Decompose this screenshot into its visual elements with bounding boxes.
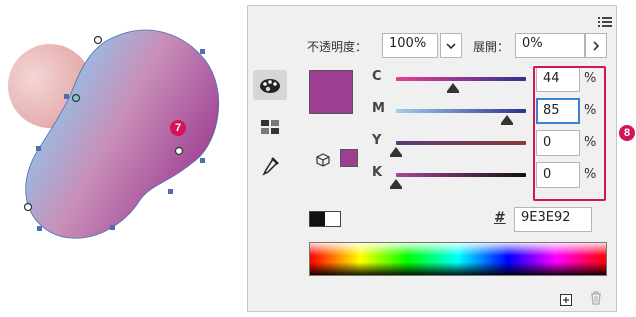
artwork-canvas	[8, 29, 219, 239]
add-swatch-icon[interactable]	[560, 291, 572, 310]
spread-label: 展開：	[473, 40, 510, 54]
swatches-tool-icon[interactable]	[253, 112, 287, 142]
slider-knob-m[interactable]	[500, 115, 513, 125]
color-palette-tool-icon[interactable]	[253, 70, 287, 100]
cmyk-values-highlight	[533, 66, 606, 201]
chevron-down-icon[interactable]	[440, 33, 462, 58]
out-of-gamut-swatch[interactable]	[340, 149, 358, 167]
opacity-label: 不透明度：	[307, 40, 368, 54]
hex-input[interactable]: 9E3E92	[514, 207, 592, 232]
channel-label-c: C	[372, 69, 382, 84]
slider-track-y[interactable]	[396, 141, 526, 145]
trash-icon[interactable]	[590, 290, 602, 309]
slider-track-k[interactable]	[396, 173, 526, 177]
slider-knob-y[interactable]	[390, 147, 402, 157]
slider-track-c[interactable]	[396, 77, 526, 81]
channel-label-k: K	[372, 165, 383, 180]
spread-input[interactable]: 0%	[515, 33, 585, 58]
black-white-swatch-icon[interactable]	[309, 211, 341, 227]
list-menu-icon[interactable]	[598, 13, 612, 27]
eyedropper-tool-icon[interactable]	[253, 152, 287, 182]
slider-track-m[interactable]	[396, 109, 526, 113]
cube-3d-icon	[316, 152, 330, 171]
callout-badge-8: 8	[619, 125, 635, 141]
callout-badge-7: 7	[170, 120, 186, 136]
channel-label-y: Y	[372, 133, 382, 148]
slider-knob-c[interactable]	[447, 83, 460, 93]
color-spectrum-bar[interactable]	[309, 242, 607, 276]
channel-label-m: M	[372, 101, 385, 116]
hex-label: #	[494, 210, 506, 226]
slider-knob-k[interactable]	[390, 179, 402, 189]
opacity-input[interactable]: 100%	[382, 33, 438, 58]
chevron-right-icon[interactable]	[585, 33, 607, 58]
fill-color-swatch[interactable]	[309, 70, 353, 114]
color-panel: 不透明度： 100% 展開： 0% C 44 % M 85 % Y 0 % K …	[247, 5, 617, 312]
